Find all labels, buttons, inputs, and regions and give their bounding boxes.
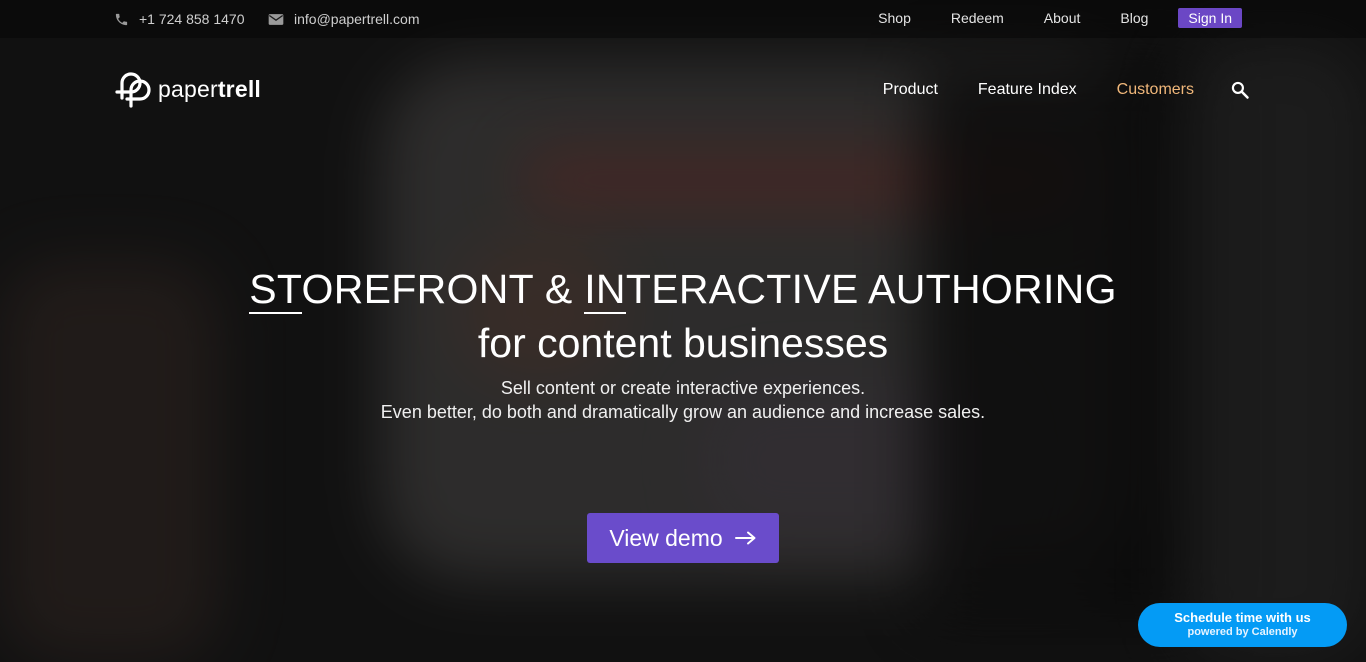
nav-item-product[interactable]: Product [883,81,938,99]
top-link-blog[interactable]: Blog [1120,10,1148,26]
hero-headline-line2: for content businesses [477,320,889,366]
hero-subtitle-line2: Even better, do both and dramatically gr… [380,402,986,422]
logo[interactable]: papertrell [113,68,261,110]
phone-icon [115,13,128,25]
papertrell-logo-icon [115,72,151,108]
search-button[interactable] [1230,80,1250,100]
view-demo-label: View demo [609,524,723,551]
top-link-shop[interactable]: Shop [878,10,911,26]
view-demo-button[interactable]: View demo [587,513,779,563]
phone-number: +1 724 858 1470 [139,11,245,27]
nav-item-customers[interactable]: Customers [1117,81,1194,99]
calendly-subtitle: powered by Calendly [1187,626,1298,638]
top-link-about[interactable]: About [1044,10,1081,26]
top-link-redeem[interactable]: Redeem [951,10,1004,26]
logo-text: papertrell [158,75,262,102]
phone-contact[interactable]: +1 724 858 1470 [114,11,245,27]
nav-menu: Product Feature Index Customers [843,80,1250,100]
arrow-right-icon [734,531,757,545]
search-icon [1231,81,1249,99]
nav-item-feature-index[interactable]: Feature Index [978,81,1077,99]
top-bar: +1 724 858 1470 info@papertrell.com Shop… [0,0,1366,38]
mail-icon [268,13,284,25]
email-address: info@papertrell.com [294,11,420,27]
main-nav: papertrell Product Feature Index Custome… [0,64,1366,118]
hero-headline: STOREFRONT & INTERACTIVE AUTHORING [249,266,1117,314]
email-contact[interactable]: info@papertrell.com [268,11,420,27]
top-links: Shop Redeem About Blog Sign In [878,8,1242,28]
calendly-badge[interactable]: Schedule time with us powered by Calendl… [1138,603,1347,647]
calendly-title: Schedule time with us [1174,610,1311,625]
hero-subtitle-line1: Sell content or create interactive exper… [500,378,866,398]
sign-in-button[interactable]: Sign In [1178,8,1242,28]
